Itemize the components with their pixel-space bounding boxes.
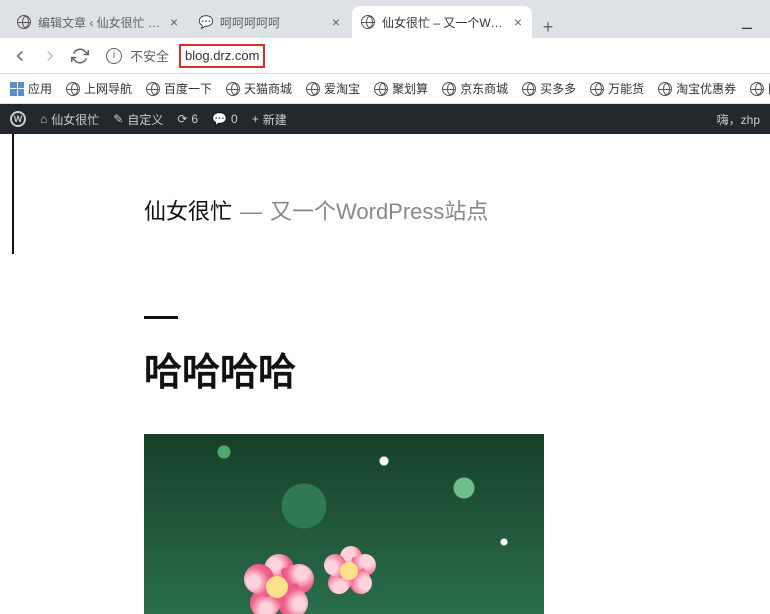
- bookmark-label: 天猫商城: [244, 80, 292, 97]
- security-label: 不安全: [130, 46, 169, 65]
- bookmark-item[interactable]: 聚划算: [374, 80, 428, 97]
- page-content: 仙女很忙 — 又一个WordPress站点 哈哈哈哈: [0, 134, 770, 614]
- bookmark-label: 应用: [28, 80, 52, 97]
- bookmark-bar: 应用 上网导航 百度一下 天猫商城 爱淘宝 聚划算 京东商城 买多多 万能货 淘…: [0, 74, 770, 104]
- bookmark-label: 上网导航: [84, 80, 132, 97]
- wp-comments[interactable]: 💬 0: [212, 112, 238, 126]
- globe-icon: [226, 82, 240, 96]
- bookmark-item[interactable]: 百度一下: [146, 80, 212, 97]
- browser-tab[interactable]: 编辑文章 ‹ 仙女很忙 — WordPr… ×: [8, 6, 188, 38]
- chat-icon: 💬: [198, 14, 214, 30]
- title-separator: —: [240, 199, 262, 225]
- tab-title: 呵呵呵呵呵: [220, 14, 324, 31]
- browser-tab-bar: 编辑文章 ‹ 仙女很忙 — WordPr… × 💬 呵呵呵呵呵 × 仙女很忙 –…: [0, 0, 770, 38]
- wp-site-name: 仙女很忙: [51, 111, 99, 128]
- left-edge-border: [0, 134, 14, 254]
- close-icon[interactable]: ×: [168, 14, 180, 30]
- wp-customize-link[interactable]: ✎ 自定义: [113, 111, 163, 128]
- tab-title: 仙女很忙 – 又一个WordPress站…: [382, 14, 506, 31]
- bookmark-item[interactable]: 万能货: [590, 80, 644, 97]
- globe-icon: [306, 82, 320, 96]
- bookmark-item[interactable]: 京东商城: [442, 80, 508, 97]
- bookmark-item[interactable]: 天猫商城: [226, 80, 292, 97]
- brush-icon: ✎: [113, 112, 123, 126]
- close-icon[interactable]: ×: [512, 14, 524, 30]
- wordpress-icon: W: [10, 111, 26, 127]
- image-flower: [324, 546, 380, 602]
- bookmark-label: 爱淘宝: [324, 80, 360, 97]
- globe-icon: [590, 82, 604, 96]
- bookmark-label: 百度一下: [164, 80, 212, 97]
- plus-icon: +: [252, 112, 259, 126]
- url-highlight-box: blog.drz.com: [179, 44, 265, 68]
- wp-customize-label: 自定义: [127, 111, 163, 128]
- forward-button[interactable]: [40, 46, 60, 66]
- bookmark-label: 聚划算: [392, 80, 428, 97]
- bookmark-item[interactable]: 淘宝优惠券: [658, 80, 736, 97]
- refresh-icon: ⟳: [177, 112, 187, 126]
- bookmark-label: 淘宝优惠券: [676, 80, 736, 97]
- bookmark-item[interactable]: 买多多: [522, 80, 576, 97]
- bookmark-apps[interactable]: 应用: [10, 80, 52, 97]
- wp-logo-menu[interactable]: W: [10, 111, 26, 127]
- address-bar[interactable]: i 不安全 blog.drz.com: [106, 44, 760, 68]
- post-title[interactable]: 哈哈哈哈: [144, 341, 770, 396]
- globe-icon: [374, 82, 388, 96]
- browser-tab[interactable]: 💬 呵呵呵呵呵 ×: [190, 6, 350, 38]
- back-button[interactable]: [10, 46, 30, 66]
- globe-icon: [750, 82, 764, 96]
- site-header: 仙女很忙 — 又一个WordPress站点: [144, 194, 770, 226]
- bookmark-label: 买多多: [540, 80, 576, 97]
- wp-updates[interactable]: ⟳ 6: [177, 112, 198, 126]
- browser-tab-active[interactable]: 仙女很忙 – 又一个WordPress站… ×: [352, 6, 532, 38]
- globe-icon: [658, 82, 672, 96]
- bookmark-item[interactable]: 上网导航: [66, 80, 132, 97]
- wp-admin-bar: W ⌂ 仙女很忙 ✎ 自定义 ⟳ 6 💬 0 + 新建 嗨，zhp: [0, 104, 770, 134]
- site-title-link[interactable]: 仙女很忙: [144, 194, 232, 226]
- new-tab-button[interactable]: +: [534, 17, 562, 38]
- globe-icon: [66, 82, 80, 96]
- bookmark-item[interactable]: 网址导航: [750, 80, 770, 97]
- wp-new-label: 新建: [263, 111, 287, 128]
- image-flower: [244, 554, 314, 614]
- apps-icon: [10, 82, 24, 96]
- browser-nav-bar: i 不安全 blog.drz.com: [0, 38, 770, 74]
- info-icon[interactable]: i: [106, 48, 122, 64]
- wp-updates-count: 6: [191, 112, 198, 126]
- reload-button[interactable]: [70, 46, 90, 66]
- site-tagline: 又一个WordPress站点: [270, 194, 488, 226]
- close-icon[interactable]: ×: [330, 14, 342, 30]
- globe-icon: [522, 82, 536, 96]
- globe-icon: [16, 14, 32, 30]
- bookmark-label: 京东商城: [460, 80, 508, 97]
- wp-comments-count: 0: [231, 112, 238, 126]
- comment-icon: 💬: [212, 112, 227, 126]
- globe-icon: [442, 82, 456, 96]
- globe-icon: [360, 14, 376, 30]
- featured-image[interactable]: [144, 434, 544, 614]
- url-text: blog.drz.com: [185, 48, 259, 63]
- wp-user-greeting[interactable]: 嗨，zhp: [717, 111, 760, 128]
- bookmark-item[interactable]: 爱淘宝: [306, 80, 360, 97]
- minimize-icon[interactable]: –: [742, 17, 752, 38]
- home-icon: ⌂: [40, 112, 47, 126]
- wp-site-link[interactable]: ⌂ 仙女很忙: [40, 111, 99, 128]
- tab-title: 编辑文章 ‹ 仙女很忙 — WordPr…: [38, 14, 162, 31]
- bookmark-label: 万能货: [608, 80, 644, 97]
- globe-icon: [146, 82, 160, 96]
- heading-divider: [144, 316, 178, 319]
- wp-new-menu[interactable]: + 新建: [252, 111, 287, 128]
